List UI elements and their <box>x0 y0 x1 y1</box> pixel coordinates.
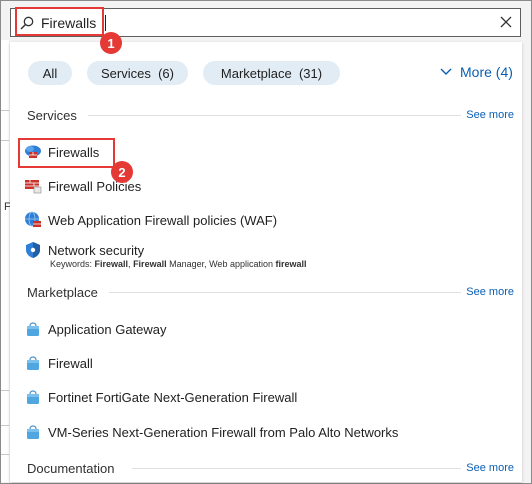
result-item-label: Fortinet FortiGate Next-Generation Firew… <box>48 389 298 405</box>
keywords-middle: Manager, Web application <box>166 259 276 269</box>
result-item-network-security[interactable]: Network security <box>24 241 144 259</box>
network-security-keywords: Keywords: Firewall, Firewall Manager, We… <box>50 259 307 269</box>
result-item-label: Firewall <box>48 355 93 371</box>
more-filters-label: More (4) <box>460 64 513 80</box>
shield-icon <box>26 242 40 258</box>
waf-globe-icon <box>25 211 41 227</box>
more-filters-button[interactable]: More (4) <box>440 62 513 82</box>
marketplace-bag-icon <box>27 390 39 404</box>
keyword-highlight: Firewall <box>94 259 129 269</box>
filter-all-pill[interactable]: All <box>28 61 72 85</box>
filter-services-pill[interactable]: Services (6) <box>87 61 188 85</box>
callout-number-1: 1 <box>100 32 122 54</box>
filter-all-label: All <box>42 65 58 81</box>
result-item-fortinet-fortigate[interactable]: Fortinet FortiGate Next-Generation Firew… <box>24 388 297 406</box>
marketplace-bag-icon <box>27 356 39 370</box>
callout-box-search <box>15 7 104 36</box>
services-see-more-link[interactable]: See more <box>466 109 514 121</box>
keyword-highlight: Firewall <box>133 259 167 269</box>
marketplace-bag-icon <box>27 322 39 336</box>
result-item-application-gateway[interactable]: Application Gateway <box>24 320 167 338</box>
section-divider <box>132 468 461 469</box>
marketplace-see-more-link[interactable]: See more <box>466 286 514 298</box>
firewall-policy-icon <box>25 180 42 194</box>
text-caret <box>105 15 106 31</box>
keyword-highlight: firewall <box>275 259 307 269</box>
result-item-waf-policies[interactable]: Web Application Firewall policies (WAF) <box>24 211 277 229</box>
result-item-firewall-marketplace[interactable]: Firewall <box>24 354 93 372</box>
marketplace-bag-icon <box>27 425 39 439</box>
filter-marketplace-label: Marketplace (31) <box>220 65 323 81</box>
marketplace-section-title: Marketplace <box>27 285 98 300</box>
documentation-see-more-link[interactable]: See more <box>466 462 514 474</box>
callout-number-2: 2 <box>111 161 133 183</box>
filter-marketplace-pill[interactable]: Marketplace (31) <box>203 61 340 85</box>
callout-box-firewalls <box>18 138 115 168</box>
result-item-label: Application Gateway <box>48 321 167 337</box>
background-page-edge: F <box>1 40 11 482</box>
documentation-section-title: Documentation <box>27 461 115 476</box>
result-item-label: VM-Series Next-Generation Firewall from … <box>48 424 399 440</box>
section-divider <box>109 292 461 293</box>
result-item-vm-series[interactable]: VM-Series Next-Generation Firewall from … <box>24 423 398 441</box>
services-section-title: Services <box>27 108 77 123</box>
result-item-label: Network security <box>48 242 145 258</box>
section-divider <box>88 115 461 116</box>
chevron-down-icon <box>440 68 452 75</box>
search-input[interactable] <box>41 13 481 33</box>
filter-services-label: Services (6) <box>101 65 174 81</box>
keywords-prefix: Keywords: <box>50 259 95 269</box>
search-results-panel: All Services (6) Marketplace (31) More (… <box>10 42 522 482</box>
close-icon[interactable] <box>498 14 514 30</box>
result-item-label: Web Application Firewall policies (WAF) <box>48 212 278 228</box>
